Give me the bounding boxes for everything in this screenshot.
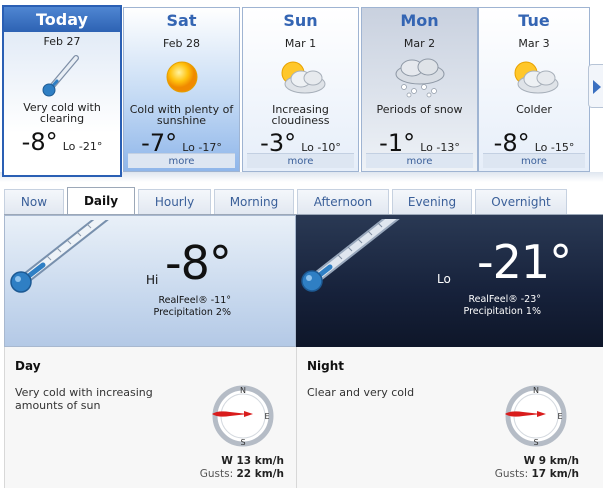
day-name: Today [4, 7, 120, 32]
thermometer-icon [10, 220, 109, 293]
day-name: Mon [400, 11, 439, 30]
day-name: Sun [283, 11, 318, 30]
realfeel-text: RealFeel® -11° [158, 295, 231, 306]
partly-cloudy-icon [243, 50, 358, 104]
day-hero-panel: Hi -8° RealFeel® -11° Precipitation 2% [4, 215, 296, 347]
day-high: -8° [21, 128, 58, 156]
day-date: Feb 28 [163, 37, 200, 50]
gusts-value: 17 km/h [531, 468, 579, 480]
day-date: Mar 3 [518, 37, 550, 50]
tab-afternoon[interactable]: Afternoon [297, 189, 389, 214]
night-hero-panel: Lo -21° RealFeel® -23° Precipitation 1% [296, 215, 603, 347]
day-date: Feb 27 [43, 35, 81, 48]
partly-cloudy-icon [479, 50, 589, 104]
gusts-value: 22 km/h [236, 468, 284, 480]
night-low-temp: -21° [477, 235, 572, 289]
compass-n: N [533, 386, 539, 395]
day-wind: W 13 km/h Gusts: 22 km/h [200, 455, 284, 481]
wind-speed: W 9 km/h [523, 455, 579, 467]
day-card-sun[interactable]: Sun Mar 1 Increasing cloudiness -3° Lo -… [242, 7, 359, 172]
day-high-temp: -8° [165, 236, 232, 290]
snow-cloud-icon [362, 50, 477, 104]
tab-morning[interactable]: Morning [214, 189, 294, 214]
day-description: Increasing cloudiness [271, 103, 330, 127]
thermometer-icon [301, 219, 400, 292]
compass-e: E [264, 412, 269, 421]
day-name: Tue [518, 11, 550, 30]
low-label: Lo [437, 272, 451, 286]
day-description: Very cold with increasing amounts of sun [15, 386, 153, 412]
tab-hourly[interactable]: Hourly [138, 189, 211, 214]
gusts-label: Gusts: [199, 468, 234, 480]
wind-compass-icon: N E S [212, 385, 274, 447]
gusts-label: Gusts: [494, 468, 529, 480]
day-card-sat[interactable]: Sat Feb 28 Cold with plenty of sunshine … [123, 7, 240, 172]
day-name: Sat [166, 11, 197, 30]
night-description: Clear and very cold [307, 386, 415, 399]
more-link[interactable]: more [247, 153, 354, 168]
day-card-today[interactable]: Today Feb 27 Very cold with clearing -8°… [2, 5, 122, 177]
wind-speed: W 13 km/h [221, 455, 284, 467]
day-description: Very cold with clearing [23, 101, 101, 125]
day-card-mon[interactable]: Mon Mar 2 Periods of snow -1° Lo -13° mo… [361, 7, 478, 172]
more-link[interactable]: more [366, 153, 473, 168]
precipitation-text: Precipitation 2% [153, 307, 231, 318]
day-realfeel: RealFeel® -11° Precipitation 2% [154, 295, 231, 319]
thermometer-cold-icon [4, 48, 120, 102]
high-label: Hi [146, 273, 159, 287]
night-detail-panel: Night Clear and very cold N E S W 9 km/h… [296, 347, 603, 488]
next-days-arrow-icon[interactable] [588, 64, 603, 108]
day-title: Day [15, 359, 41, 373]
night-wind: W 9 km/h Gusts: 17 km/h [495, 455, 579, 481]
day-description: Cold with plenty of sunshine [129, 103, 234, 127]
day-low: Lo -21° [62, 140, 103, 153]
compass-n: N [240, 386, 246, 395]
wind-compass-icon: N E S [505, 385, 567, 447]
night-realfeel: RealFeel® -23° Precipitation 1% [464, 294, 541, 318]
night-title: Night [307, 359, 345, 373]
compass-e: E [557, 412, 562, 421]
tab-evening[interactable]: Evening [392, 189, 472, 214]
day-card-tue[interactable]: Tue Mar 3 Colder -8° Lo -15° more [478, 7, 590, 172]
precipitation-text: Precipitation 1% [463, 306, 541, 317]
day-description: Colder [516, 103, 552, 116]
more-link[interactable]: more [128, 153, 235, 168]
day-detail-panel: Day Very cold with increasing amounts of… [4, 347, 296, 488]
realfeel-text: RealFeel® -23° [468, 294, 541, 305]
tab-overnight[interactable]: Overnight [475, 189, 567, 214]
tab-daily[interactable]: Daily [67, 187, 135, 215]
forecast-strip: Today Feb 27 Very cold with clearing -8°… [0, 0, 603, 182]
compass-s: S [240, 438, 245, 447]
day-temps: -8° Lo -21° [4, 128, 120, 156]
period-tabs: Now Daily Hourly Morning Afternoon Eveni… [4, 187, 603, 215]
day-description: Periods of snow [376, 103, 463, 116]
day-date: Mar 2 [403, 37, 436, 50]
more-link[interactable]: more [483, 153, 585, 168]
day-date: Mar 1 [284, 37, 317, 50]
compass-s: S [533, 438, 538, 447]
sun-icon [124, 50, 239, 104]
tab-now[interactable]: Now [4, 189, 64, 214]
